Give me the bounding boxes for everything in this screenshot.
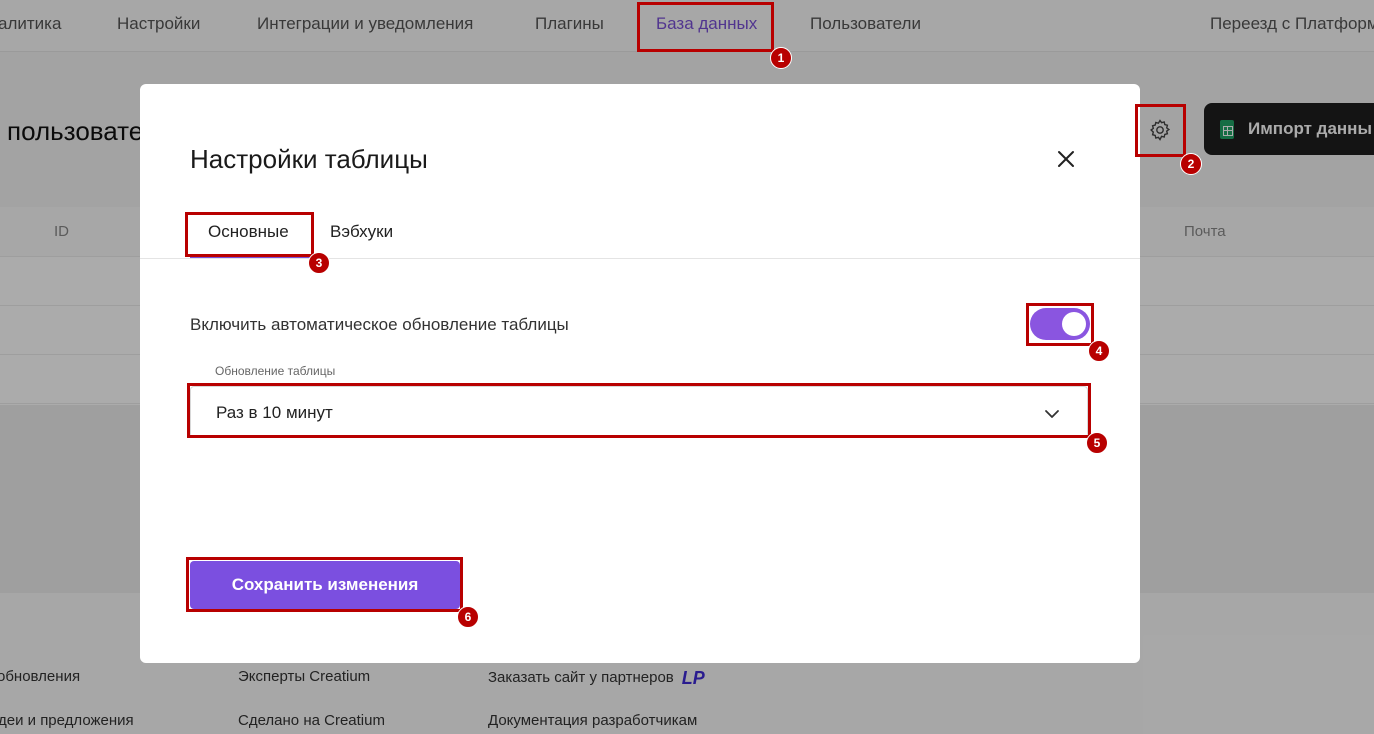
tabs-divider <box>140 258 1140 259</box>
annotation-badge-5: 5 <box>1086 432 1108 454</box>
annotation-badge-2: 2 <box>1180 153 1202 175</box>
annotation-badge-3: 3 <box>308 252 330 274</box>
annotation-box-5 <box>187 383 1091 438</box>
modal-title: Настройки таблицы <box>190 144 428 174</box>
close-button[interactable] <box>1054 147 1078 171</box>
annotation-box-1 <box>637 2 774 52</box>
annotation-badge-6: 6 <box>457 606 479 628</box>
annotation-box-6 <box>186 557 463 612</box>
auto-update-label: Включить автоматическое обновление табли… <box>190 315 569 334</box>
annotation-box-4 <box>1026 303 1094 346</box>
annotation-box-3 <box>185 212 314 257</box>
tab-webhooks[interactable]: Вэбхуки <box>330 222 393 242</box>
update-interval-label: Обновление таблицы <box>215 364 336 378</box>
close-icon <box>1058 151 1074 167</box>
annotation-box-2 <box>1135 104 1186 157</box>
annotation-badge-1: 1 <box>770 47 792 69</box>
annotation-badge-4: 4 <box>1088 340 1110 362</box>
